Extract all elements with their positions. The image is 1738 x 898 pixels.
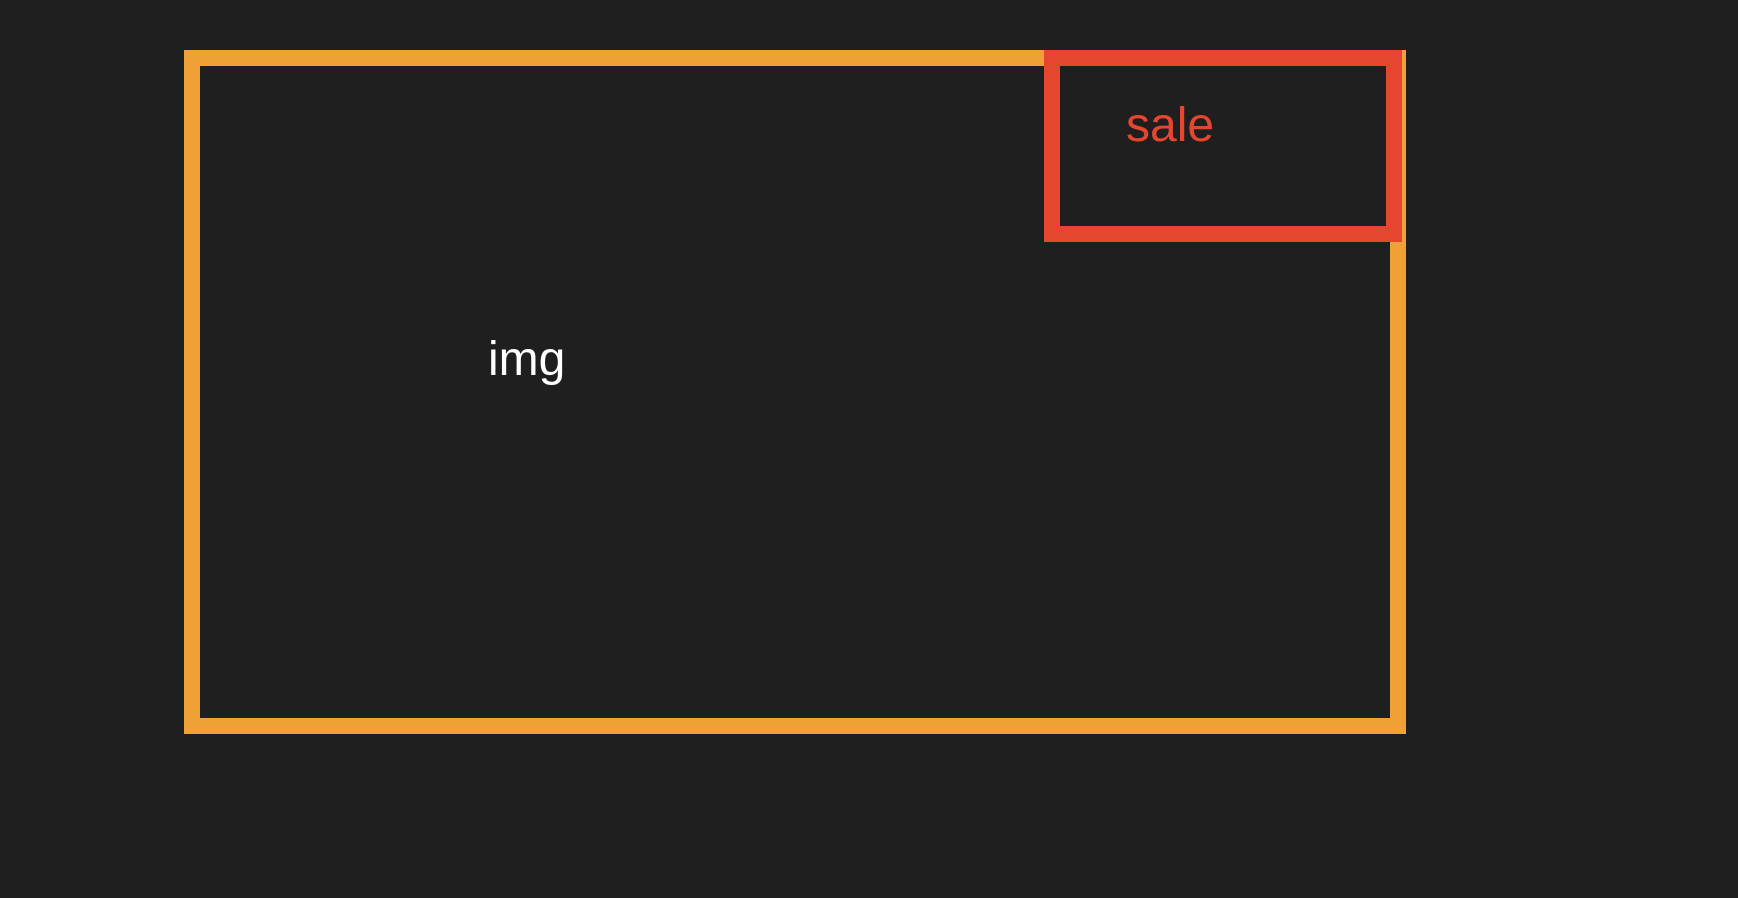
sale-label: sale	[1126, 99, 1215, 152]
sale-badge-box	[1044, 50, 1402, 242]
img-label: img	[488, 333, 566, 386]
